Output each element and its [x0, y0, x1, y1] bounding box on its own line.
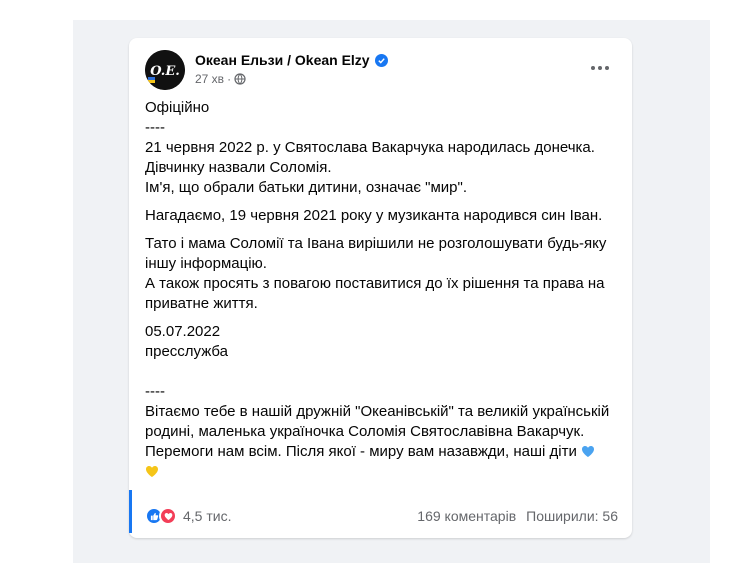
- shares-count-link[interactable]: Поширили: 56: [526, 508, 618, 524]
- reaction-icons[interactable]: [145, 507, 177, 525]
- footer-stats: 169 коментарів Поширили: 56: [417, 508, 618, 524]
- meta-separator: ·: [227, 72, 232, 86]
- post-time-link[interactable]: 27 хв: [195, 72, 224, 86]
- post-paragraph-text: 05.07.2022 пресслужба ---- Вітаємо тебе …: [145, 323, 610, 460]
- blue-heart-icon: [582, 446, 595, 457]
- post-paragraph-last: 05.07.2022 пресслужба ---- Вітаємо тебе …: [145, 322, 620, 482]
- verified-badge-icon: [374, 53, 388, 67]
- post-meta: 27 хв ·: [195, 72, 246, 86]
- love-reaction-icon: [159, 507, 177, 525]
- post-paragraph: Нагадаємо, 19 червня 2021 року у музикан…: [145, 207, 603, 224]
- page-name-row: Океан Ельзи / Okean Elzy: [195, 52, 388, 68]
- post-footer: 4,5 тис. 169 коментарів Поширили: 56: [145, 503, 618, 529]
- reactions-count[interactable]: 4,5 тис.: [183, 508, 231, 524]
- page-avatar[interactable]: O.E.: [145, 50, 185, 90]
- comments-count-link[interactable]: 169 коментарів: [417, 508, 516, 524]
- avatar-logo-text: O.E.: [150, 64, 180, 79]
- post-card: O.E. Океан Ельзи / Okean Elzy 27 хв · Оф…: [129, 38, 632, 538]
- post-paragraph: Тато і мама Соломії та Івана вирішили не…: [145, 235, 607, 312]
- focus-accent-bar: [129, 490, 132, 533]
- more-options-icon[interactable]: [586, 58, 614, 78]
- yellow-heart-icon: [146, 466, 158, 477]
- globe-icon[interactable]: [234, 73, 246, 85]
- post-paragraph: Офіційно ---- 21 червня 2022 р. у Святос…: [145, 99, 595, 196]
- page-name-link[interactable]: Океан Ельзи / Okean Elzy: [195, 52, 370, 68]
- post-message: Офіційно ---- 21 червня 2022 р. у Святос…: [145, 98, 620, 482]
